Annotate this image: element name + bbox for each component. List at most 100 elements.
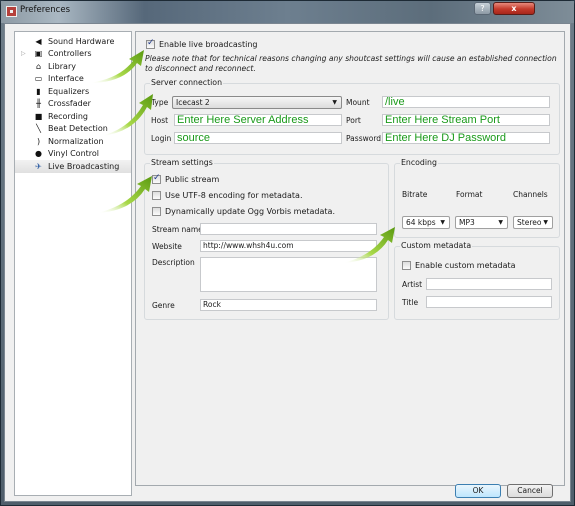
monitor-icon: ▭ [34, 74, 43, 84]
sidebar-item-recording[interactable]: ■ Recording [15, 110, 131, 123]
sidebar-item-label: Live Broadcasting [48, 161, 120, 171]
checkbox-box[interactable] [152, 191, 161, 200]
enable-live-broadcasting-checkbox[interactable]: Enable live broadcasting [146, 38, 258, 49]
sidebar-item-vinyl-control[interactable]: ● Vinyl Control [15, 148, 131, 161]
controller-icon: ▣ [34, 49, 43, 59]
chevron-down-icon: ▼ [332, 99, 337, 106]
title-label: Title [402, 298, 419, 307]
bitrate-select[interactable]: 64 kbps ▼ [402, 216, 450, 229]
sidebar-item-sound-hardware[interactable]: ◀ Sound Hardware [15, 35, 131, 48]
crossfader-icon: ╫ [36, 99, 41, 109]
format-select[interactable]: MP3 ▼ [455, 216, 508, 229]
channels-select[interactable]: Stereo ▼ [513, 216, 553, 229]
sidebar-item-label: Vinyl Control [48, 149, 100, 159]
sidebar-item-label: Controllers [48, 49, 92, 59]
sidebar-item-label: Crossfader [48, 99, 91, 109]
dialog-client-area: ◀ Sound Hardware ▷ ▣ Controllers ⌂ Libra… [4, 23, 571, 502]
group-title: Custom metadata [400, 241, 473, 250]
website-input[interactable]: http://www.whsh4u.com [200, 240, 377, 252]
enable-custom-metadata-checkbox[interactable]: Enable custom metadata [402, 261, 516, 270]
help-button[interactable]: ? [474, 2, 491, 15]
window-title: Preferences [20, 5, 70, 15]
sidebar-item-label: Beat Detection [48, 124, 108, 134]
artist-label: Artist [402, 280, 423, 289]
group-title: Encoding [400, 158, 438, 167]
vinyl-icon: ● [35, 149, 42, 159]
bitrate-select-value: 64 kbps [406, 218, 436, 227]
sidebar-item-library[interactable]: ⌂ Library [15, 60, 131, 73]
sidebar-item-live-broadcasting[interactable]: ✈ Live Broadcasting [15, 160, 131, 173]
login-input[interactable]: source [174, 132, 342, 144]
bitrate-label: Bitrate [402, 190, 428, 199]
live-broadcasting-panel: Enable live broadcasting Please note tha… [135, 31, 565, 486]
library-icon: ⌂ [35, 61, 42, 71]
close-button[interactable]: x [493, 2, 535, 15]
sidebar-item-equalizers[interactable]: ▮ Equalizers [15, 85, 131, 98]
checkbox-label: Enable live broadcasting [159, 40, 258, 49]
genre-input[interactable]: Rock [200, 299, 377, 311]
sidebar-item-label: Equalizers [48, 86, 90, 96]
sidebar-item-interface[interactable]: ▭ Interface [15, 73, 131, 86]
website-label: Website [152, 242, 182, 251]
checkbox-label: Public stream [165, 175, 220, 184]
password-input[interactable]: Enter Here DJ Password [382, 132, 550, 144]
stream-name-input[interactable] [200, 223, 377, 235]
channels-label: Channels [513, 190, 548, 199]
genre-label: Genre [152, 301, 175, 310]
speaker-icon: ◀ [35, 36, 42, 46]
checkbox-label: Enable custom metadata [415, 261, 516, 270]
checkbox-box[interactable] [146, 38, 155, 49]
checkbox-box[interactable] [402, 261, 411, 270]
sidebar-item-label: Sound Hardware [48, 36, 115, 46]
beat-detection-icon: ╲ [36, 124, 41, 134]
sidebar-item-label: Normalization [48, 136, 104, 146]
stream-name-label: Stream name [152, 225, 203, 234]
title-input[interactable] [426, 296, 552, 308]
sidebar-item-controllers[interactable]: ▷ ▣ Controllers [15, 48, 131, 61]
preferences-window: Preferences ? x ◀ Sound Hardware ▷ ▣ Con… [0, 0, 575, 506]
encoding-group: Encoding Bitrate Format Channels 64 kbps… [394, 158, 560, 238]
utf8-metadata-checkbox[interactable]: Use UTF-8 encoding for metadata. [152, 191, 303, 200]
port-label: Port [346, 116, 361, 125]
type-select[interactable]: Icecast 2 ▼ [172, 96, 342, 109]
type-label: Type [151, 98, 169, 107]
group-title: Server connection [150, 78, 224, 87]
description-textarea[interactable] [200, 257, 377, 292]
normalization-icon: ) [36, 136, 41, 146]
checkbox-label: Use UTF-8 encoding for metadata. [165, 191, 303, 200]
sidebar-item-normalization[interactable]: ) Normalization [15, 135, 131, 148]
login-label: Login [151, 134, 172, 143]
artist-input[interactable] [426, 278, 552, 290]
checkbox-box[interactable] [152, 207, 161, 216]
mount-input[interactable]: /live [382, 96, 550, 108]
satellite-dish-icon: ✈ [35, 161, 42, 171]
settings-note: Please note that for technical reasons c… [145, 54, 557, 73]
sidebar-item-crossfader[interactable]: ╫ Crossfader [15, 98, 131, 111]
port-input[interactable]: Enter Here Stream Port [382, 114, 550, 126]
checkbox-box[interactable] [152, 173, 161, 184]
cancel-button[interactable]: Cancel [507, 484, 553, 498]
equalizer-icon: ▮ [36, 86, 41, 96]
recording-icon: ■ [34, 111, 43, 121]
preferences-tree[interactable]: ◀ Sound Hardware ▷ ▣ Controllers ⌂ Libra… [14, 31, 132, 496]
host-label: Host [151, 116, 169, 125]
format-label: Format [456, 190, 483, 199]
sidebar-item-label: Recording [48, 111, 89, 121]
ok-button[interactable]: OK [455, 484, 501, 498]
expand-arrow-icon[interactable]: ▷ [21, 50, 26, 57]
format-select-value: MP3 [459, 218, 475, 227]
chevron-down-icon: ▼ [440, 219, 445, 226]
description-label: Description [152, 258, 195, 267]
password-label: Password [346, 134, 382, 143]
checkbox-label: Dynamically update Ogg Vorbis metadata. [165, 207, 335, 216]
public-stream-checkbox[interactable]: Public stream [152, 173, 220, 184]
server-connection-group: Server connection Type Icecast 2 ▼ Host … [144, 78, 560, 155]
channels-select-value: Stereo [517, 218, 542, 227]
ogg-vorbis-metadata-checkbox[interactable]: Dynamically update Ogg Vorbis metadata. [152, 207, 335, 216]
host-input[interactable]: Enter Here Server Address [174, 114, 342, 126]
stream-settings-group: Stream settings Public stream Use UTF-8 … [144, 158, 389, 320]
sidebar-item-beat-detection[interactable]: ╲ Beat Detection [15, 123, 131, 136]
chevron-down-icon: ▼ [543, 219, 548, 226]
sidebar-item-label: Interface [48, 74, 84, 84]
title-bar[interactable]: Preferences ? x [1, 1, 574, 23]
